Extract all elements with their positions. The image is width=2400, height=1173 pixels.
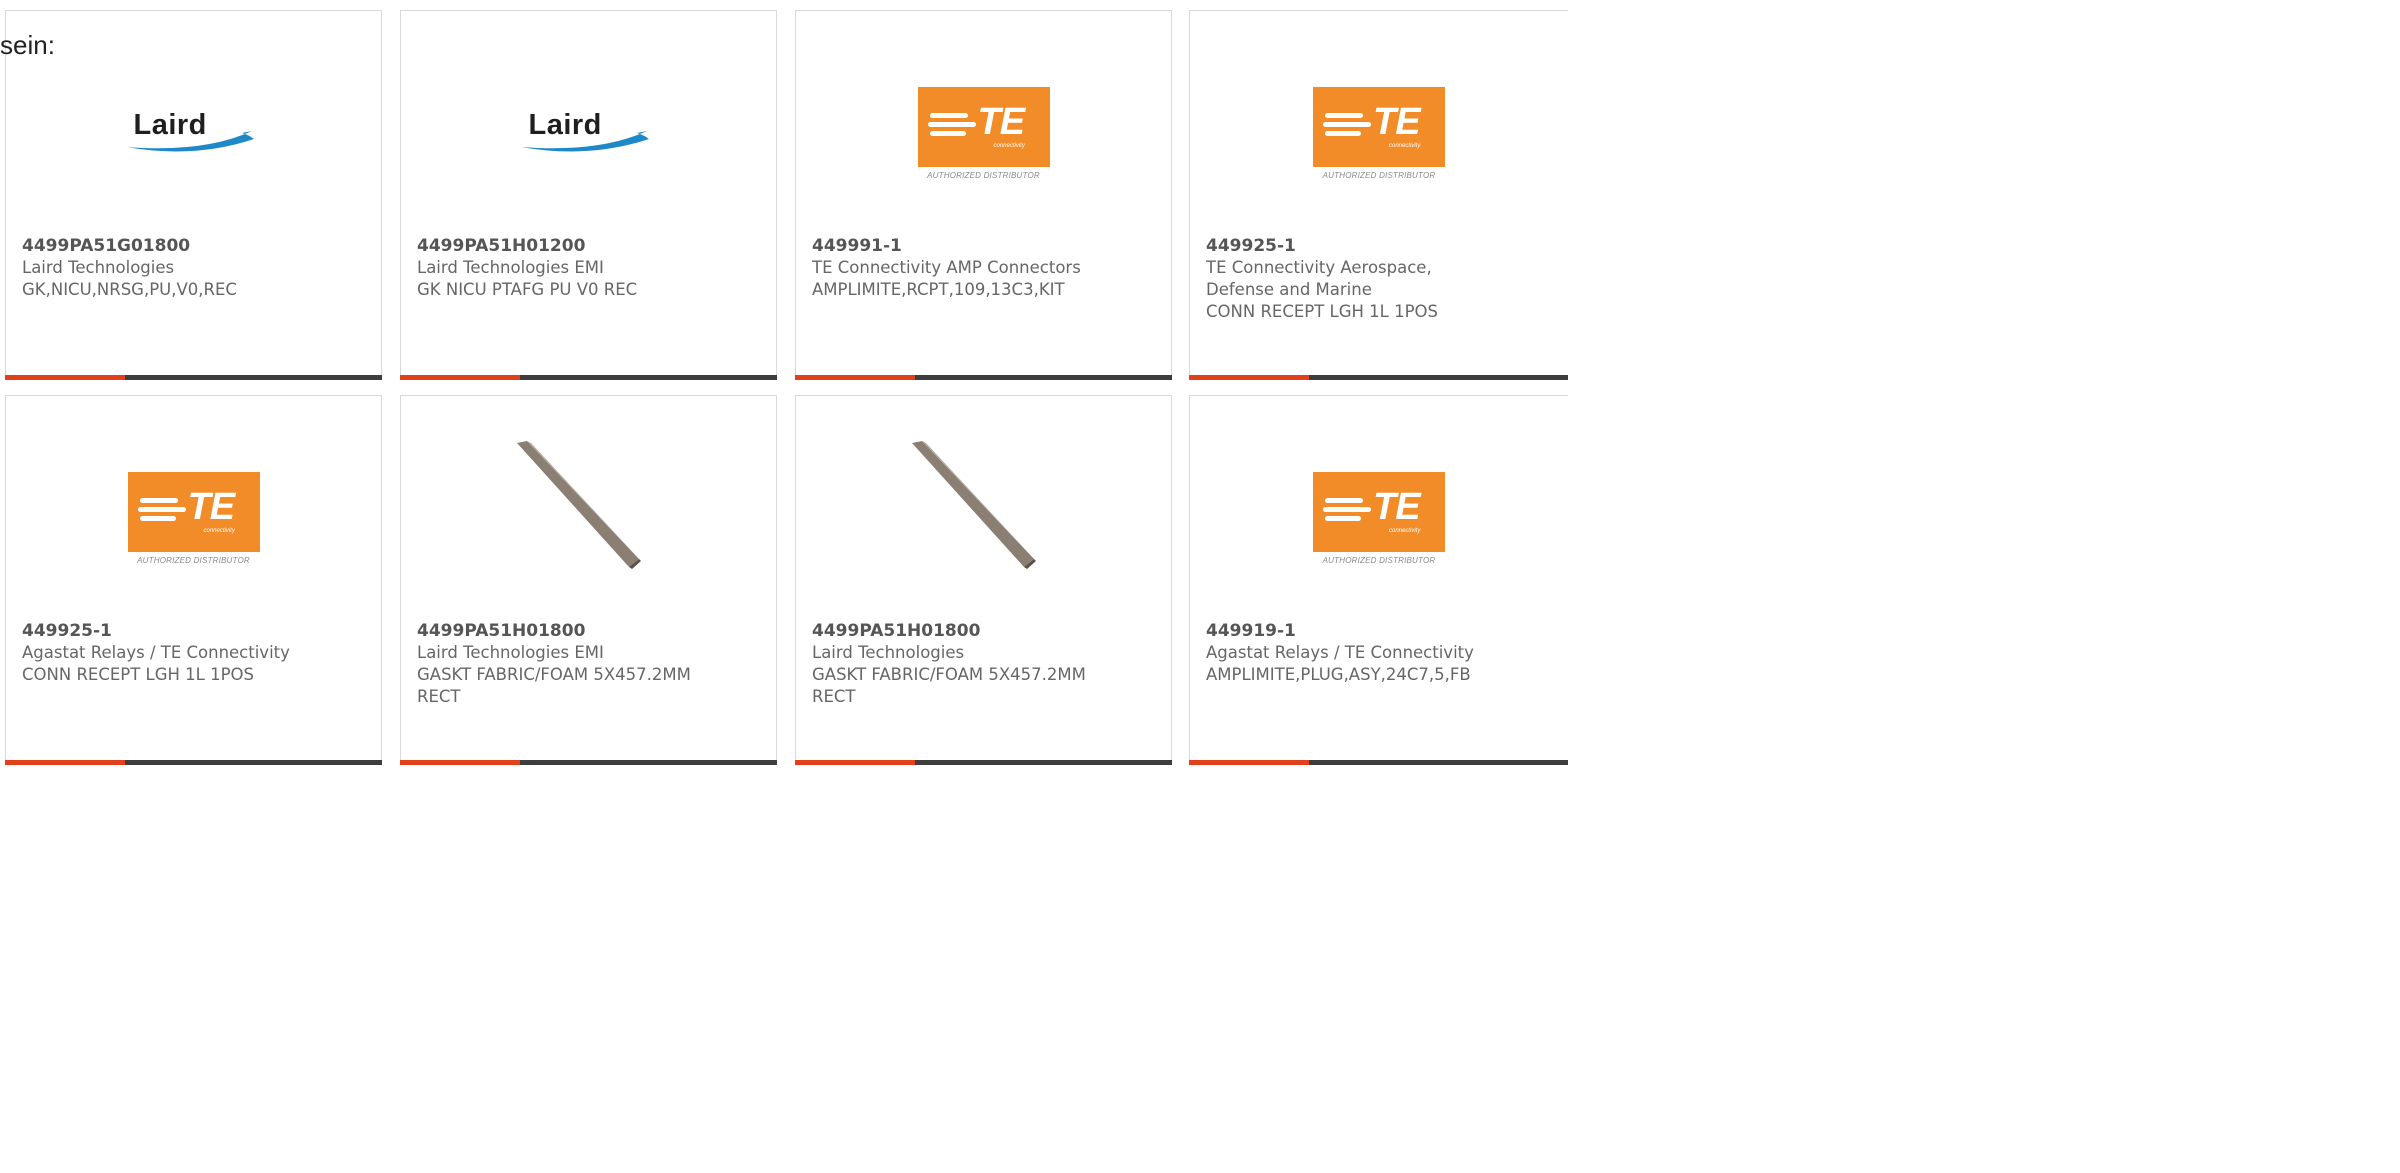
manufacturer: Agastat Relays / TE Connectivity AMPLIMIT… [1206, 643, 1474, 684]
description: CONN RECEPT LGH 1L 1POS [1206, 302, 1439, 321]
part-number[interactable]: 4499PA51G01800 [22, 235, 190, 257]
product-card[interactable]: TE connectivity AUTHORIZED DISTRIBUTOR 4… [1189, 10, 1568, 380]
gasket-photo [911, 441, 1036, 569]
manufacturer: Laird Technologies EMI GASKT FABRIC/FOAM … [417, 643, 691, 706]
manufacturer: TE Connectivity AMP Connectors AMPLIMITE,… [812, 258, 1081, 299]
card-footer-bar [5, 375, 382, 380]
part-number[interactable]: 4499PA51H01800 [417, 620, 585, 642]
description: GASKT FABRIC/FOAM 5X457.2MM RECT [417, 665, 691, 706]
laird-logo: Laird [124, 109, 264, 159]
te-logo: TE connectivity AUTHORIZED DISTRIBUTOR [127, 472, 260, 565]
product-image [401, 441, 776, 576]
card-footer-bar [400, 760, 777, 765]
product-image: TE connectivity AUTHORIZED DISTRIBUTOR [1190, 441, 1568, 576]
product-card[interactable]: TE connectivity AUTHORIZED DISTRIBUTOR 4… [1189, 395, 1568, 765]
product-image: TE connectivity AUTHORIZED DISTRIBUTOR [796, 56, 1171, 191]
product-card[interactable]: TE connectivity AUTHORIZED DISTRIBUTOR 4… [795, 10, 1172, 380]
part-number[interactable]: 449925-1 [1206, 235, 1296, 257]
te-logo: TE connectivity AUTHORIZED DISTRIBUTOR [1313, 87, 1445, 180]
product-card[interactable]: 4499PA51H01800 Laird Technologies GASKT F… [795, 395, 1172, 765]
product-card[interactable]: Laird 4499PA51G01800 Laird Technologies G… [5, 10, 382, 380]
part-number[interactable]: 4499PA51H01200 [417, 235, 585, 257]
manufacturer: Agastat Relays / TE Connectivity CONN REC… [22, 643, 290, 684]
description: CONN RECEPT LGH 1L 1POS [22, 665, 255, 684]
te-logo: TE connectivity AUTHORIZED DISTRIBUTOR [1313, 472, 1445, 565]
product-card[interactable]: 4499PA51H01800 Laird Technologies EMI GAS… [400, 395, 777, 765]
card-footer-bar [5, 760, 382, 765]
te-logo: TE connectivity AUTHORIZED DISTRIBUTOR [917, 87, 1050, 180]
manufacturer: Laird Technologies GK,NICU,NRSG,PU,V0,REC [22, 258, 237, 299]
product-image: TE connectivity AUTHORIZED DISTRIBUTOR [6, 441, 381, 576]
card-footer-bar [795, 375, 1172, 380]
manufacturer: Laird Technologies GASKT FABRIC/FOAM 5X45… [812, 643, 1086, 706]
laird-wordmark: Laird [528, 109, 602, 141]
part-number[interactable]: 449991-1 [812, 235, 902, 257]
manufacturer: TE Connectivity Aerospace, Defense and M… [1206, 258, 1439, 321]
product-image [796, 441, 1171, 576]
product-image: TE connectivity AUTHORIZED DISTRIBUTOR [1190, 56, 1568, 191]
description: AMPLIMITE,PLUG,ASY,24C7,5,FB [1206, 665, 1471, 684]
laird-wordmark: Laird [133, 109, 207, 141]
description: AMPLIMITE,RCPT,109,13C3,KIT [812, 280, 1065, 299]
product-card[interactable]: Laird 4499PA51H01200 Laird Technologies … [400, 10, 777, 380]
part-number[interactable]: 449925-1 [22, 620, 112, 642]
product-grid-page: sein: Laird 4499PA51G01800 Laird Technol… [0, 0, 1568, 767]
caption-text: sein: [0, 30, 55, 60]
card-footer-bar [1189, 375, 1568, 380]
gasket-photo [516, 441, 641, 569]
description: GK NICU PTAFG PU V0 REC [417, 280, 638, 299]
card-footer-bar [1189, 760, 1568, 765]
laird-logo: Laird [519, 109, 659, 159]
manufacturer: Laird Technologies EMI GK NICU PTAFG PU V… [417, 258, 638, 299]
card-footer-bar [795, 760, 1172, 765]
part-number[interactable]: 4499PA51H01800 [812, 620, 980, 642]
description: GASKT FABRIC/FOAM 5X457.2MM RECT [812, 665, 1086, 706]
product-image: Laird [6, 56, 381, 191]
product-card[interactable]: TE connectivity AUTHORIZED DISTRIBUTOR 4… [5, 395, 382, 765]
product-image: Laird [401, 56, 776, 191]
part-number[interactable]: 449919-1 [1206, 620, 1296, 642]
description: GK,NICU,NRSG,PU,V0,REC [22, 280, 237, 299]
card-footer-bar [400, 375, 777, 380]
